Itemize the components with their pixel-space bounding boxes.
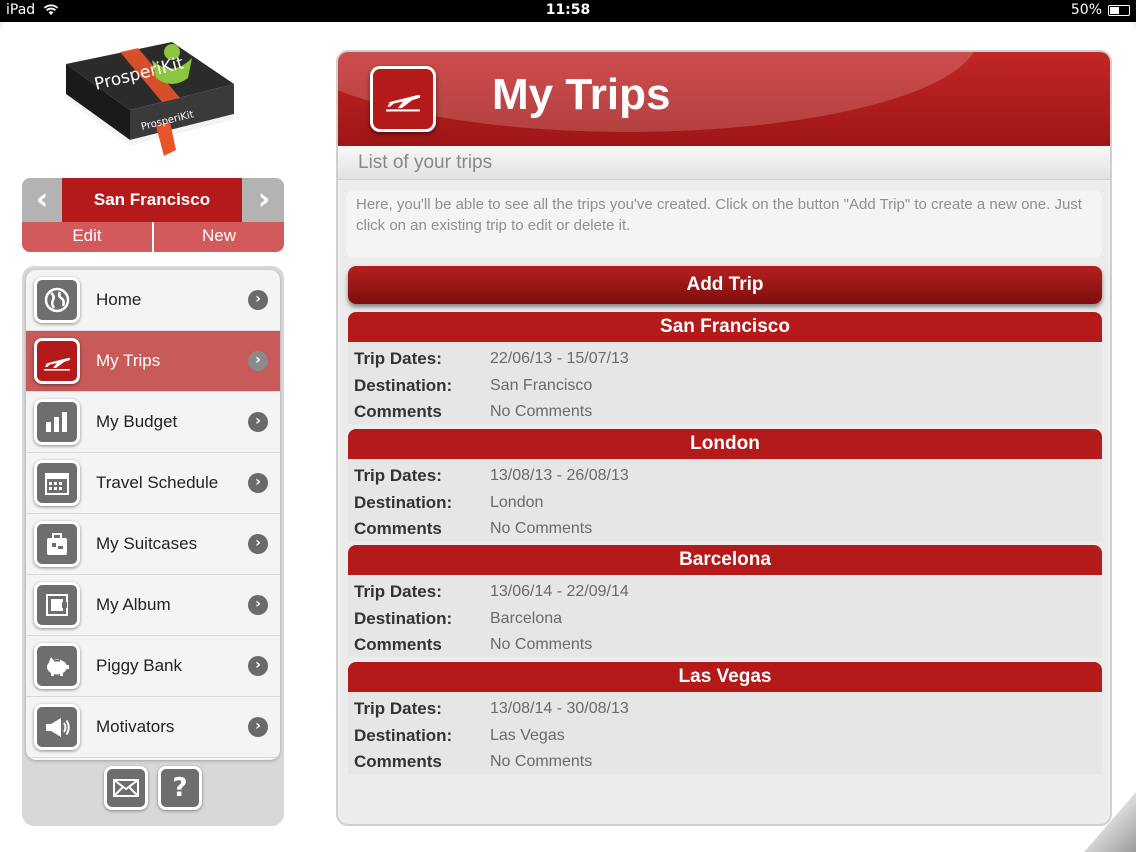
megaphone-icon: [34, 704, 80, 750]
clock: 11:58: [545, 2, 591, 18]
chevron-left-icon: ‹: [35, 182, 49, 217]
sidebar-item-travel-schedule[interactable]: Travel Schedule ›: [26, 453, 280, 514]
help-button[interactable]: ?: [158, 766, 202, 810]
suitcase-icon: [34, 521, 80, 567]
chevron-right-icon: ›: [248, 534, 268, 554]
mail-button[interactable]: [104, 766, 148, 810]
sidebar-item-label: Home: [96, 290, 142, 309]
prosperikit-logo: ProsperiKit ProsperiKit: [60, 38, 240, 160]
globe-icon: [34, 277, 80, 323]
next-trip-button[interactable]: ›: [246, 180, 282, 220]
status-bar: iPad 11:58 50%: [0, 0, 1136, 22]
help-label: ?: [172, 773, 188, 803]
comments-label: Comments: [354, 519, 442, 539]
prev-trip-button[interactable]: ‹: [24, 180, 60, 220]
trip-card-san-francisco[interactable]: San Francisco Trip Dates: 22/06/13 - 15/0…: [348, 312, 1102, 424]
destination-label: Destination:: [354, 375, 453, 395]
edit-trip-button[interactable]: Edit: [22, 222, 152, 252]
comments-value: No Comments: [490, 636, 593, 654]
current-trip-name: San Francisco: [62, 178, 242, 222]
sidebar-item-home[interactable]: Home ›: [26, 270, 280, 331]
chevron-right-icon: ›: [248, 656, 268, 676]
destination-label: Destination:: [354, 492, 453, 512]
comments-label: Comments: [354, 635, 442, 655]
main-panel: My Trips List of your trips Here, you'll…: [336, 50, 1112, 826]
album-icon: [34, 582, 80, 628]
comments-value: No Comments: [490, 403, 593, 421]
sidebar-nav: Home › My Trips › My Budget › Travel Sch…: [22, 266, 284, 826]
sidebar-item-label: Piggy Bank: [96, 656, 182, 675]
trip-dates-value: 13/06/14 - 22/09/14: [490, 583, 629, 601]
comments-value: No Comments: [490, 753, 593, 771]
battery-percent: 50%: [1070, 2, 1102, 18]
subtitle-bar: List of your trips: [338, 146, 1110, 180]
trip-card-title: Las Vegas: [348, 662, 1102, 692]
trip-selector: ‹ San Francisco › Edit New: [22, 178, 284, 252]
trip-dates-label: Trip Dates:: [354, 582, 442, 602]
page-header: My Trips: [338, 52, 1110, 146]
chevron-right-icon: ›: [248, 717, 268, 737]
piggy-bank-icon: [34, 643, 80, 689]
destination-value: London: [490, 493, 544, 511]
sidebar-item-label: Travel Schedule: [96, 473, 219, 492]
mail-icon: [113, 779, 139, 797]
chevron-right-icon: ›: [248, 290, 268, 310]
trip-dates-value: 22/06/13 - 15/07/13: [490, 350, 629, 368]
destination-value: Las Vegas: [490, 726, 565, 744]
comments-label: Comments: [354, 402, 442, 422]
destination-label: Destination:: [354, 608, 453, 628]
airplane-icon: [34, 338, 80, 384]
page-description: Here, you'll be able to see all the trip…: [346, 190, 1102, 258]
destination-value: Barcelona: [490, 609, 563, 627]
sidebar-item-label: My Budget: [96, 412, 178, 431]
chevron-right-icon: ›: [248, 595, 268, 615]
new-trip-button[interactable]: New: [154, 222, 284, 252]
calendar-icon: [34, 460, 80, 506]
trip-card-barcelona[interactable]: Barcelona Trip Dates: 13/06/14 - 22/09/14…: [348, 545, 1102, 657]
chevron-right-icon: ›: [248, 412, 268, 432]
trip-card-title: London: [348, 429, 1102, 459]
sidebar-item-my-album[interactable]: My Album ›: [26, 575, 280, 636]
sidebar-item-label: My Suitcases: [96, 534, 198, 553]
sidebar-item-label: My Trips: [96, 351, 161, 370]
sidebar-item-my-budget[interactable]: My Budget ›: [26, 392, 280, 453]
comments-label: Comments: [354, 752, 442, 772]
sidebar-item-piggy-bank[interactable]: Piggy Bank ›: [26, 636, 280, 697]
trip-card-title: San Francisco: [348, 312, 1102, 342]
comments-value: No Comments: [490, 520, 593, 538]
sidebar-item-my-suitcases[interactable]: My Suitcases ›: [26, 514, 280, 575]
add-trip-button[interactable]: Add Trip: [348, 266, 1102, 304]
trip-dates-value: 13/08/13 - 26/08/13: [490, 467, 629, 485]
trip-card-title: Barcelona: [348, 545, 1102, 575]
trip-dates-label: Trip Dates:: [354, 699, 442, 719]
trip-dates-label: Trip Dates:: [354, 466, 442, 486]
trip-card-london[interactable]: London Trip Dates: 13/08/13 - 26/08/13 De…: [348, 429, 1102, 541]
page-title: My Trips: [492, 70, 671, 119]
airplane-icon: [370, 66, 436, 132]
page-subtitle: List of your trips: [358, 152, 493, 173]
trip-dates-label: Trip Dates:: [354, 349, 442, 369]
sidebar-item-my-trips[interactable]: My Trips ›: [26, 331, 280, 392]
bar-chart-icon: [34, 399, 80, 445]
chevron-right-icon: ›: [257, 182, 271, 217]
sidebar-item-label: Motivators: [96, 717, 175, 736]
sidebar-item-motivators[interactable]: Motivators ›: [26, 697, 280, 758]
trip-card-las-vegas[interactable]: Las Vegas Trip Dates: 13/08/14 - 30/08/13…: [348, 662, 1102, 774]
trip-dates-value: 13/08/14 - 30/08/13: [490, 700, 629, 718]
battery-icon: [1108, 4, 1130, 16]
chevron-right-icon: ›: [248, 473, 268, 493]
sidebar-item-label: My Album: [96, 595, 171, 614]
chevron-right-icon: ›: [248, 351, 268, 371]
destination-label: Destination:: [354, 725, 453, 745]
destination-value: San Francisco: [490, 376, 593, 394]
